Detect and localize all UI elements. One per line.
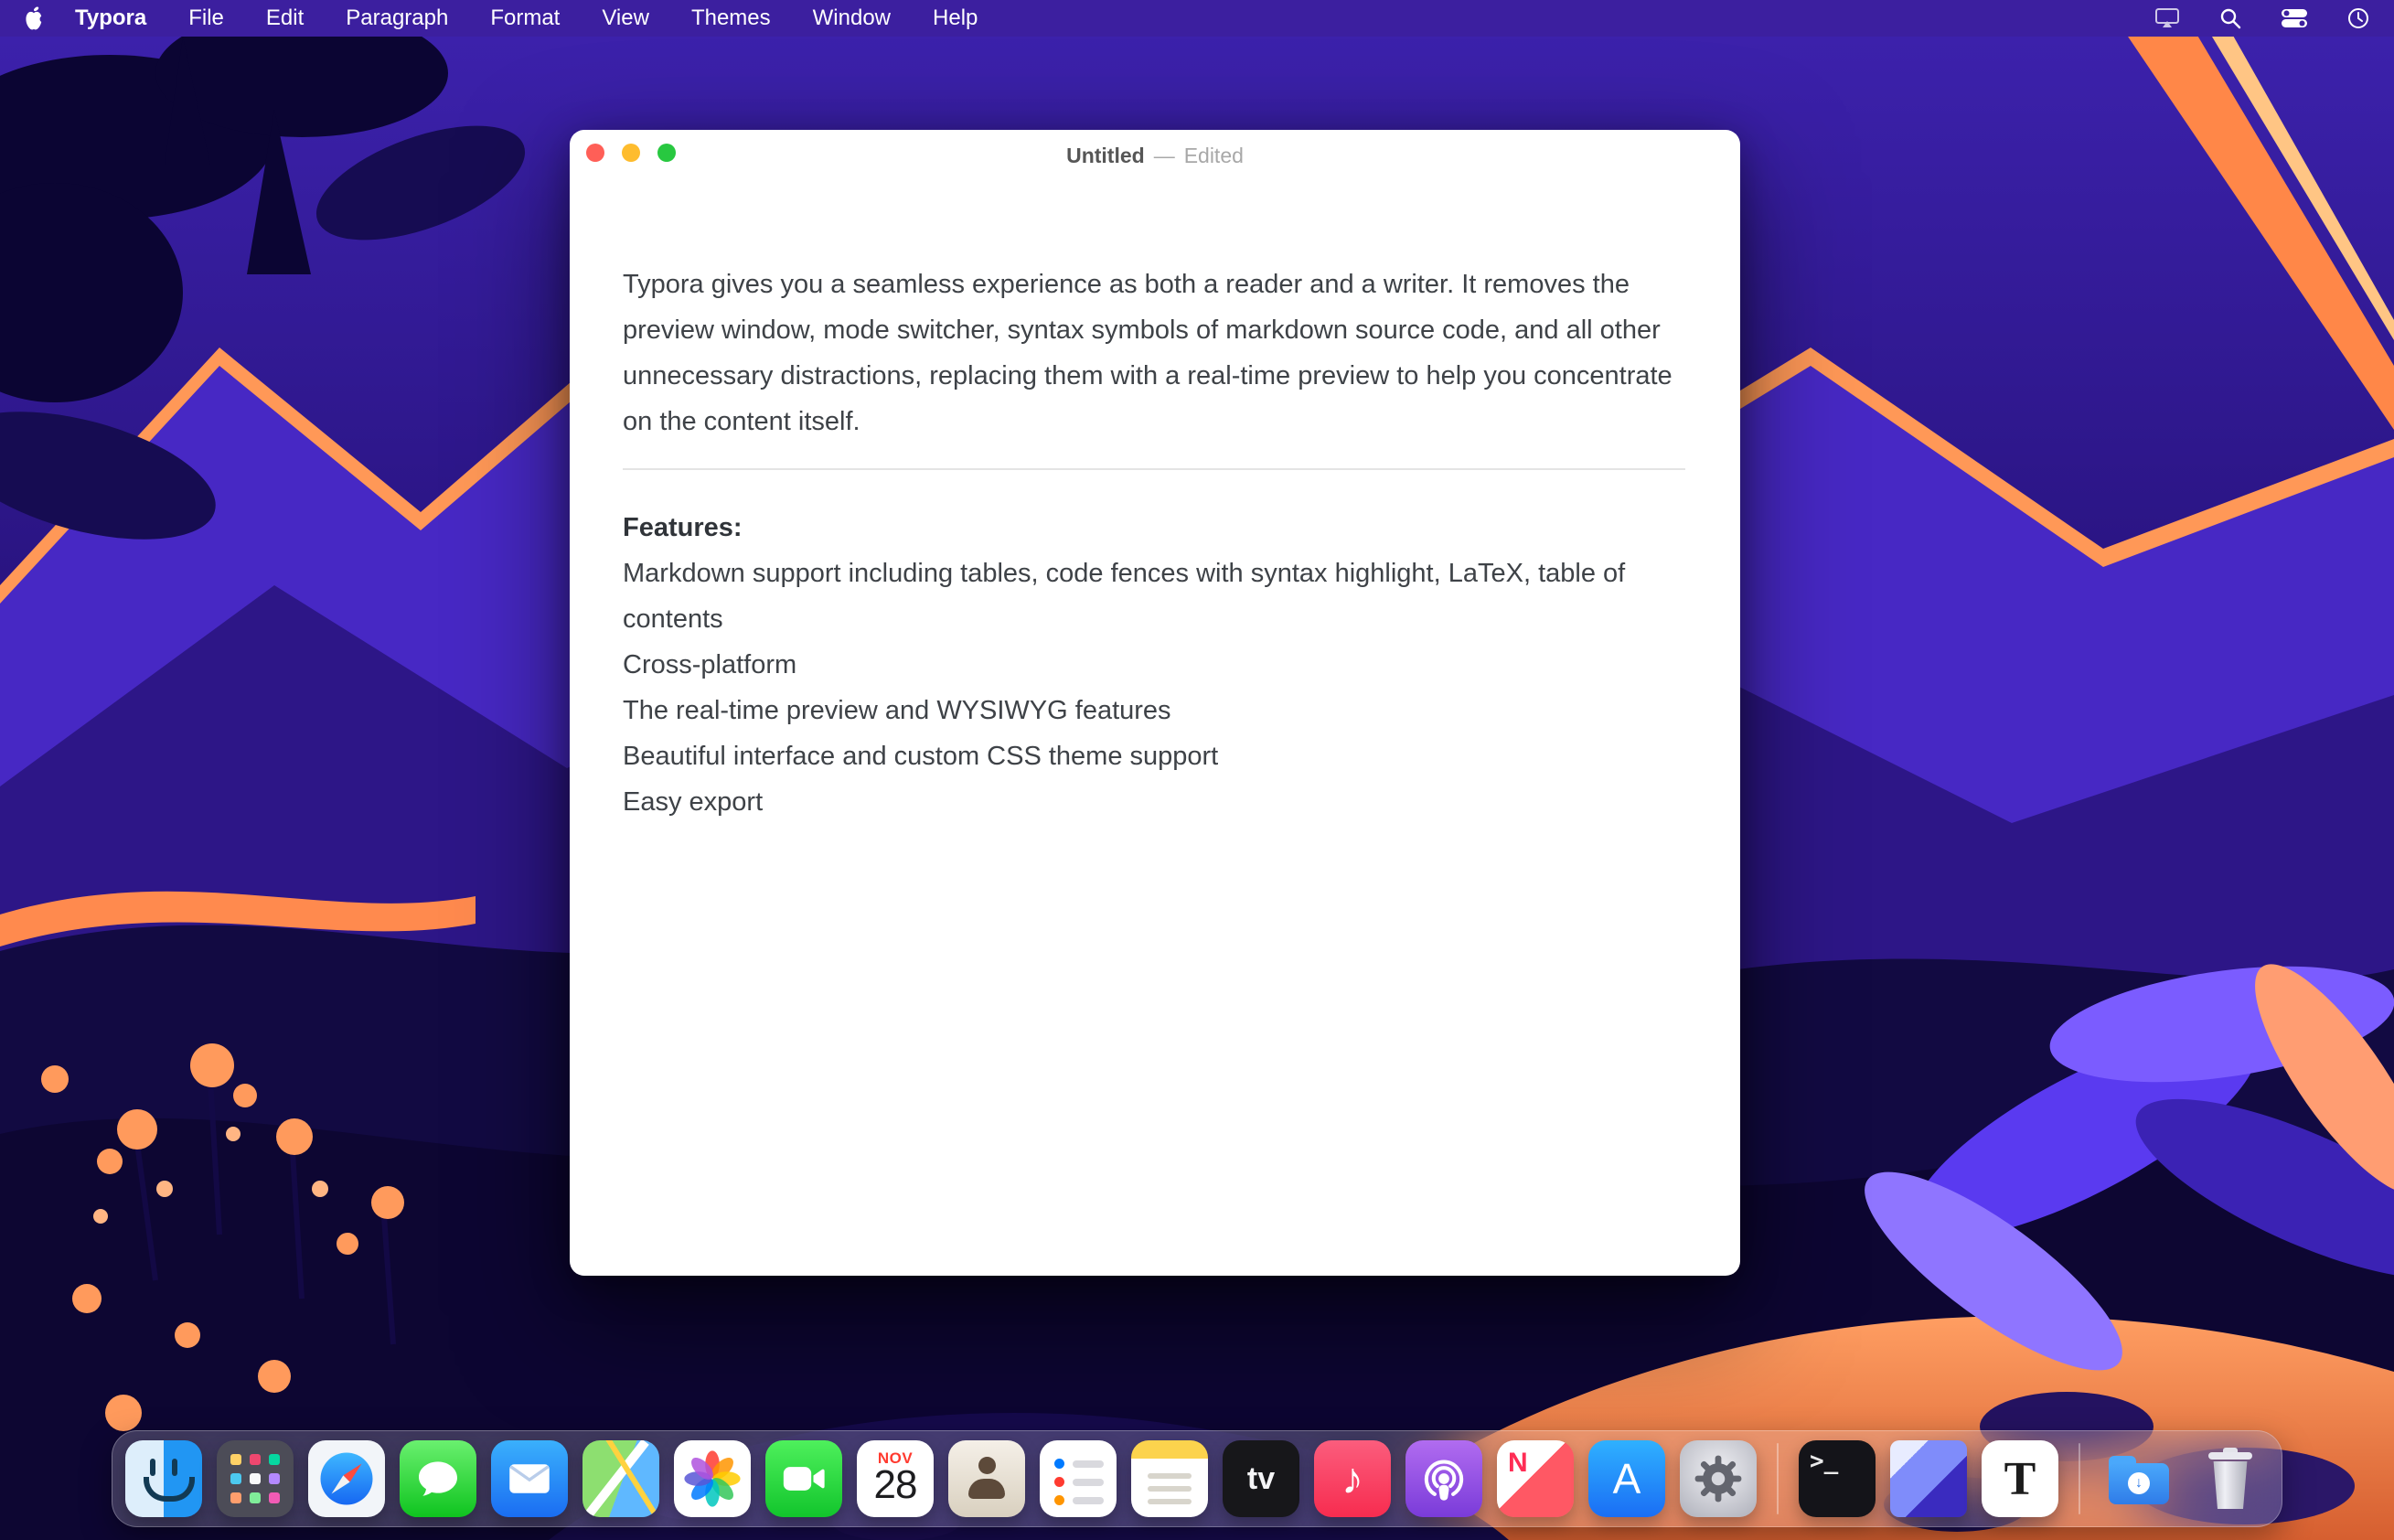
menu-item-format[interactable]: Format xyxy=(490,5,560,31)
menu-item-view[interactable]: View xyxy=(602,5,649,31)
dock-item-mail[interactable] xyxy=(491,1440,568,1517)
dock-item-calendar[interactable]: NOV28 xyxy=(857,1440,934,1517)
dock-item-preview[interactable] xyxy=(1890,1440,1967,1517)
dock-item-downloads[interactable] xyxy=(2100,1440,2177,1517)
download-arrow-icon xyxy=(2128,1472,2150,1494)
intro-paragraph[interactable]: Typora gives you a seamless experience a… xyxy=(623,262,1685,444)
feature-line[interactable]: Beautiful interface and custom CSS theme… xyxy=(623,733,1685,779)
dock-item-contacts[interactable] xyxy=(948,1440,1025,1517)
apple-menu[interactable] xyxy=(24,6,44,30)
dock-item-finder[interactable] xyxy=(125,1440,202,1517)
dock-item-terminal[interactable] xyxy=(1799,1440,1876,1517)
dock-item-facetime[interactable] xyxy=(765,1440,842,1517)
menu-items: File Edit Paragraph Format View Themes Window H… xyxy=(188,5,978,31)
dock-item-safari[interactable] xyxy=(308,1440,385,1517)
dock-separator xyxy=(1777,1443,1779,1514)
clock-icon[interactable] xyxy=(2346,6,2370,30)
feature-line[interactable]: Cross-platform xyxy=(623,642,1685,688)
menu-bar: Typora File Edit Paragraph Format View Themes… xyxy=(0,0,2394,37)
menu-item-paragraph[interactable]: Paragraph xyxy=(346,5,448,31)
title-dash: — xyxy=(1154,144,1175,168)
search-icon[interactable] xyxy=(2218,6,2242,30)
dock-item-settings[interactable] xyxy=(1680,1440,1757,1517)
menu-item-window[interactable]: Window xyxy=(813,5,891,31)
window-title: Untitled — Edited xyxy=(570,130,1740,181)
features-heading[interactable]: Features: xyxy=(623,505,1685,551)
dock-item-tv[interactable] xyxy=(1223,1440,1299,1517)
menu-app-name[interactable]: Typora xyxy=(75,5,146,31)
feature-line[interactable]: Easy export xyxy=(623,779,1685,825)
dock-item-appstore[interactable] xyxy=(1588,1440,1665,1517)
gear-icon xyxy=(1692,1452,1745,1505)
editor-area[interactable]: Typora gives you a seamless experience a… xyxy=(570,181,1740,825)
dock-item-news[interactable] xyxy=(1497,1440,1574,1517)
dock: NOV28 xyxy=(112,1430,2282,1527)
menu-item-file[interactable]: File xyxy=(188,5,224,31)
dock-item-typora[interactable] xyxy=(1982,1440,2058,1517)
document-title: Untitled xyxy=(1066,144,1145,168)
dock-item-trash[interactable] xyxy=(2192,1440,2269,1517)
apple-icon xyxy=(24,6,44,30)
dock-item-podcasts[interactable] xyxy=(1405,1440,1482,1517)
typora-window: Untitled — Edited Typora gives you a sea… xyxy=(570,130,1740,1276)
dock-item-launchpad[interactable] xyxy=(217,1440,294,1517)
menu-status-icons xyxy=(2154,6,2370,30)
dock-item-messages[interactable] xyxy=(400,1440,476,1517)
display-icon[interactable] xyxy=(2154,6,2180,30)
feature-line[interactable]: Markdown support including tables, code … xyxy=(623,551,1685,642)
control-center-icon[interactable] xyxy=(2281,6,2308,30)
dock-separator xyxy=(2079,1443,2080,1514)
menu-item-themes[interactable]: Themes xyxy=(691,5,771,31)
dock-item-reminders[interactable] xyxy=(1040,1440,1117,1517)
window-titlebar[interactable]: Untitled — Edited xyxy=(570,130,1740,181)
horizontal-rule xyxy=(623,468,1685,470)
dock-item-photos[interactable] xyxy=(674,1440,751,1517)
features-list: Markdown support including tables, code … xyxy=(623,551,1685,825)
calendar-day: 28 xyxy=(857,1462,934,1508)
feature-line[interactable]: The real-time preview and WYSIWYG featur… xyxy=(623,688,1685,733)
dock-item-music[interactable] xyxy=(1314,1440,1391,1517)
dock-item-maps[interactable] xyxy=(582,1440,659,1517)
menu-item-help[interactable]: Help xyxy=(933,5,978,31)
edited-status: Edited xyxy=(1184,144,1244,168)
dock-item-notes[interactable] xyxy=(1131,1440,1208,1517)
menu-item-edit[interactable]: Edit xyxy=(266,5,304,31)
